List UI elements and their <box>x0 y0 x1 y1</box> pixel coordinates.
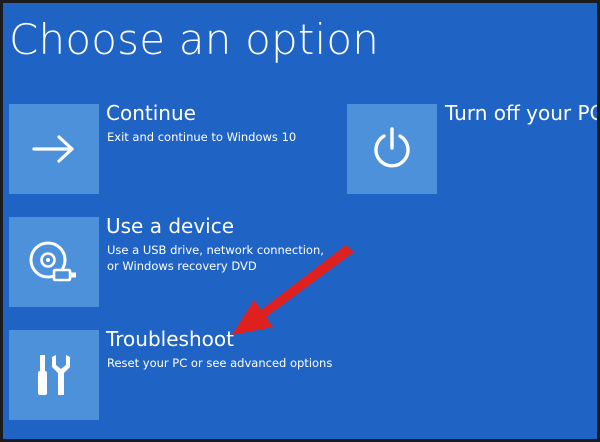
turn-off-option[interactable]: Turn off your PC <box>347 101 597 194</box>
troubleshoot-label: Troubleshoot <box>106 327 234 351</box>
use-device-label: Use a device <box>106 214 235 238</box>
use-device-description-line-2: or Windows recovery DVD <box>107 259 257 273</box>
recovery-screen: Choose an option Continue Exit and conti… <box>3 3 597 439</box>
power-icon <box>374 127 410 168</box>
continue-label: Continue <box>106 101 196 125</box>
continue-tile[interactable] <box>9 104 99 194</box>
disc-drive-icon <box>29 241 76 282</box>
use-device-option[interactable]: Use a device Use a USB drive, network co… <box>9 214 329 307</box>
tools-icon <box>38 355 70 395</box>
use-device-description-line-1: Use a USB drive, network connection, <box>107 243 324 257</box>
troubleshoot-tile[interactable] <box>9 330 99 420</box>
continue-option[interactable]: Continue Exit and continue to Windows 10 <box>9 101 329 194</box>
page-title: Choose an option <box>9 15 380 64</box>
continue-description-line: Exit and continue to Windows 10 <box>107 130 297 144</box>
troubleshoot-description-line: Reset your PC or see advanced options <box>107 356 333 370</box>
use-device-tile[interactable] <box>9 217 99 307</box>
turn-off-tile[interactable] <box>347 104 437 194</box>
arrow-right-icon <box>32 135 74 163</box>
troubleshoot-option[interactable]: Troubleshoot Reset your PC or see advanc… <box>9 327 333 420</box>
use-device-description: Use a USB drive, network connection, or … <box>107 242 327 274</box>
troubleshoot-description: Reset your PC or see advanced options <box>107 355 333 371</box>
continue-description: Exit and continue to Windows 10 <box>107 129 327 145</box>
turn-off-label: Turn off your PC <box>445 101 597 125</box>
